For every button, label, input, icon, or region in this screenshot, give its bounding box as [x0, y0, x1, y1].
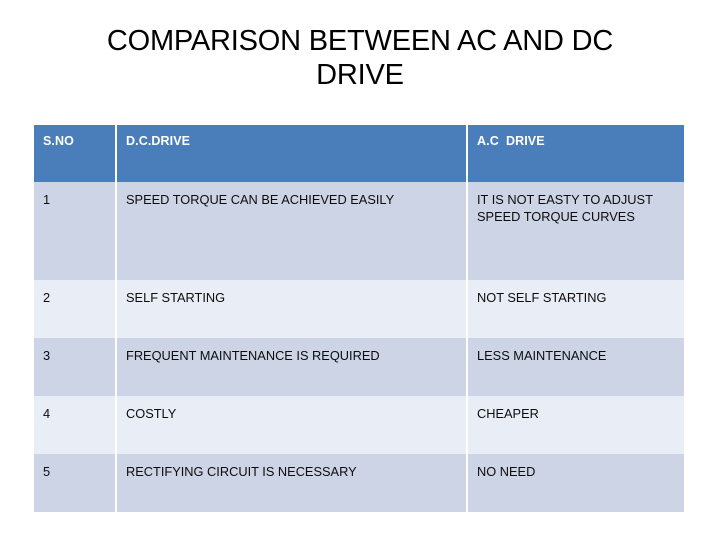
table-row: 1 SPEED TORQUE CAN BE ACHIEVED EASILY IT…: [34, 182, 684, 280]
cell-sno: 2: [34, 280, 117, 338]
cell-dc-drive: FREQUENT MAINTENANCE IS REQUIRED: [116, 338, 468, 396]
table-header-row: S.NO D.C.DRIVE A.C DRIVE: [34, 125, 684, 182]
column-header-ac-drive: A.C DRIVE: [477, 134, 545, 148]
cell-dc-drive: SELF STARTING: [116, 280, 468, 338]
table-row: 3 FREQUENT MAINTENANCE IS REQUIRED LESS …: [34, 338, 684, 396]
cell-sno: 4: [34, 396, 117, 454]
cell-dc-drive: SPEED TORQUE CAN BE ACHIEVED EASILY: [116, 182, 468, 280]
cell-ac-drive: IT IS NOT EASTY TO ADJUST SPEED TORQUE C…: [477, 192, 653, 224]
cell-ac-drive: NOT SELF STARTING: [477, 290, 607, 305]
table-header: S.NO D.C.DRIVE A.C DRIVE: [34, 125, 684, 182]
cell-sno: 5: [34, 454, 117, 512]
table-body: 1 SPEED TORQUE CAN BE ACHIEVED EASILY IT…: [34, 182, 684, 512]
slide-canvas: COMPARISON BETWEEN AC AND DC DRIVE S.NO …: [0, 0, 720, 540]
table-row: 4 COSTLY CHEAPER: [34, 396, 684, 454]
column-header-sno: S.NO: [34, 125, 117, 182]
cell-sno: 1: [34, 182, 117, 280]
cell-ac-drive: LESS MAINTENANCE: [477, 348, 607, 363]
cell-dc-drive: COSTLY: [116, 396, 468, 454]
cell-ac-drive: CHEAPER: [477, 406, 539, 421]
table-row: 5 RECTIFYING CIRCUIT IS NECESSARY NO NEE…: [34, 454, 684, 512]
table-row: 2 SELF STARTING NOT SELF STARTING: [34, 280, 684, 338]
cell-dc-drive: RECTIFYING CIRCUIT IS NECESSARY: [116, 454, 468, 512]
cell-ac-drive: NO NEED: [477, 464, 536, 479]
column-header-dc-drive: D.C.DRIVE: [116, 125, 468, 182]
cell-sno: 3: [34, 338, 117, 396]
comparison-table: S.NO D.C.DRIVE A.C DRIVE 1 SPEED TORQUE …: [34, 125, 684, 512]
page-title: COMPARISON BETWEEN AC AND DC DRIVE: [106, 25, 614, 91]
